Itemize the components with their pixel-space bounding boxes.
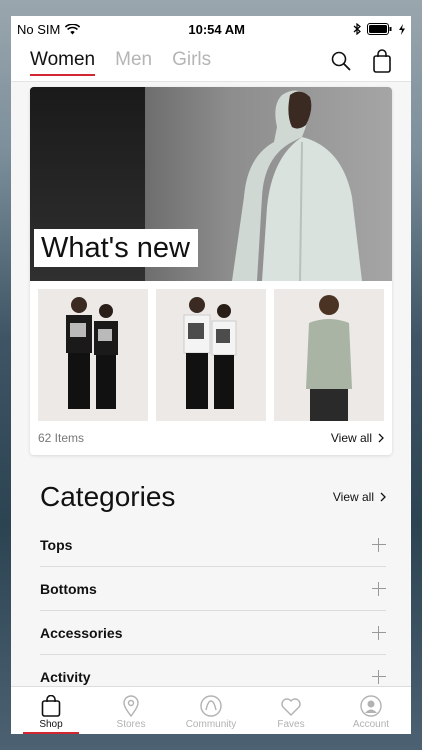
tab-girls[interactable]: Girls — [172, 49, 211, 75]
scroll-content[interactable]: What's new 62 Items View all Categories … — [11, 82, 411, 686]
chevron-right-icon — [378, 433, 384, 443]
bottom-tab-bar: Shop Stores Community Faves Account — [11, 686, 411, 734]
app-screen: No SIM 10:54 AM Women Men Girls What's n… — [11, 16, 411, 734]
tab-women[interactable]: Women — [30, 49, 96, 76]
view-all-label: View all — [332, 490, 374, 504]
tab-shop[interactable]: Shop — [11, 687, 91, 734]
tab-label: Stores — [116, 719, 146, 730]
category-row-tops[interactable]: Tops — [40, 523, 386, 567]
chevron-right-icon — [380, 492, 386, 502]
shopping-bag-icon[interactable] — [373, 49, 391, 73]
product-thumbnail[interactable] — [274, 289, 384, 421]
tab-label: Account — [352, 719, 390, 730]
plus-icon — [372, 625, 386, 640]
categories-view-all[interactable]: View all — [333, 490, 386, 504]
clock: 10:54 AM — [188, 21, 245, 37]
plus-icon — [372, 537, 386, 552]
category-label: Activity — [40, 668, 91, 685]
model-photo — [232, 90, 362, 281]
plus-icon — [372, 669, 386, 684]
location-pin-icon — [123, 695, 139, 717]
item-count: 62 Items — [38, 431, 85, 445]
category-label: Tops — [40, 536, 73, 553]
heart-icon — [281, 698, 301, 716]
community-logo-icon — [200, 695, 222, 717]
category-label: Accessories — [40, 624, 123, 641]
view-all-label: View all — [330, 431, 372, 445]
product-thumbnail[interactable] — [38, 289, 148, 421]
categories-title: Categories — [40, 481, 176, 512]
tab-label: Community — [185, 719, 237, 730]
tab-faves[interactable]: Faves — [251, 687, 331, 734]
bluetooth-icon — [353, 23, 361, 35]
tab-stores[interactable]: Stores — [91, 687, 171, 734]
battery-icon — [366, 23, 392, 35]
wifi-icon — [65, 23, 81, 34]
tab-label: Faves — [277, 719, 305, 730]
categories-section: Categories View all Tops Bottoms Accesso… — [11, 477, 411, 686]
product-thumbnail[interactable] — [156, 289, 266, 421]
account-icon — [360, 695, 382, 717]
tab-men[interactable]: Men — [115, 49, 152, 75]
whats-new-title: What's new — [34, 229, 198, 267]
category-label: Bottoms — [40, 580, 97, 597]
top-nav: Women Men Girls — [11, 42, 411, 82]
charging-icon — [398, 23, 405, 35]
whats-new-view-all[interactable]: View all — [331, 431, 384, 445]
category-row-bottoms[interactable]: Bottoms — [40, 567, 386, 611]
carrier-label: No SIM — [17, 21, 61, 37]
category-row-accessories[interactable]: Accessories — [40, 611, 386, 655]
search-icon[interactable] — [331, 51, 351, 71]
plus-icon — [372, 581, 386, 596]
status-bar: No SIM 10:54 AM — [11, 16, 411, 42]
tab-account[interactable]: Account — [331, 687, 411, 734]
whats-new-card[interactable]: What's new 62 Items View all — [30, 87, 392, 455]
hero-image[interactable]: What's new — [30, 87, 392, 281]
shopping-bag-icon — [41, 695, 61, 717]
tab-community[interactable]: Community — [171, 687, 251, 734]
tab-label: Shop — [39, 719, 63, 730]
category-row-activity[interactable]: Activity — [40, 655, 386, 686]
